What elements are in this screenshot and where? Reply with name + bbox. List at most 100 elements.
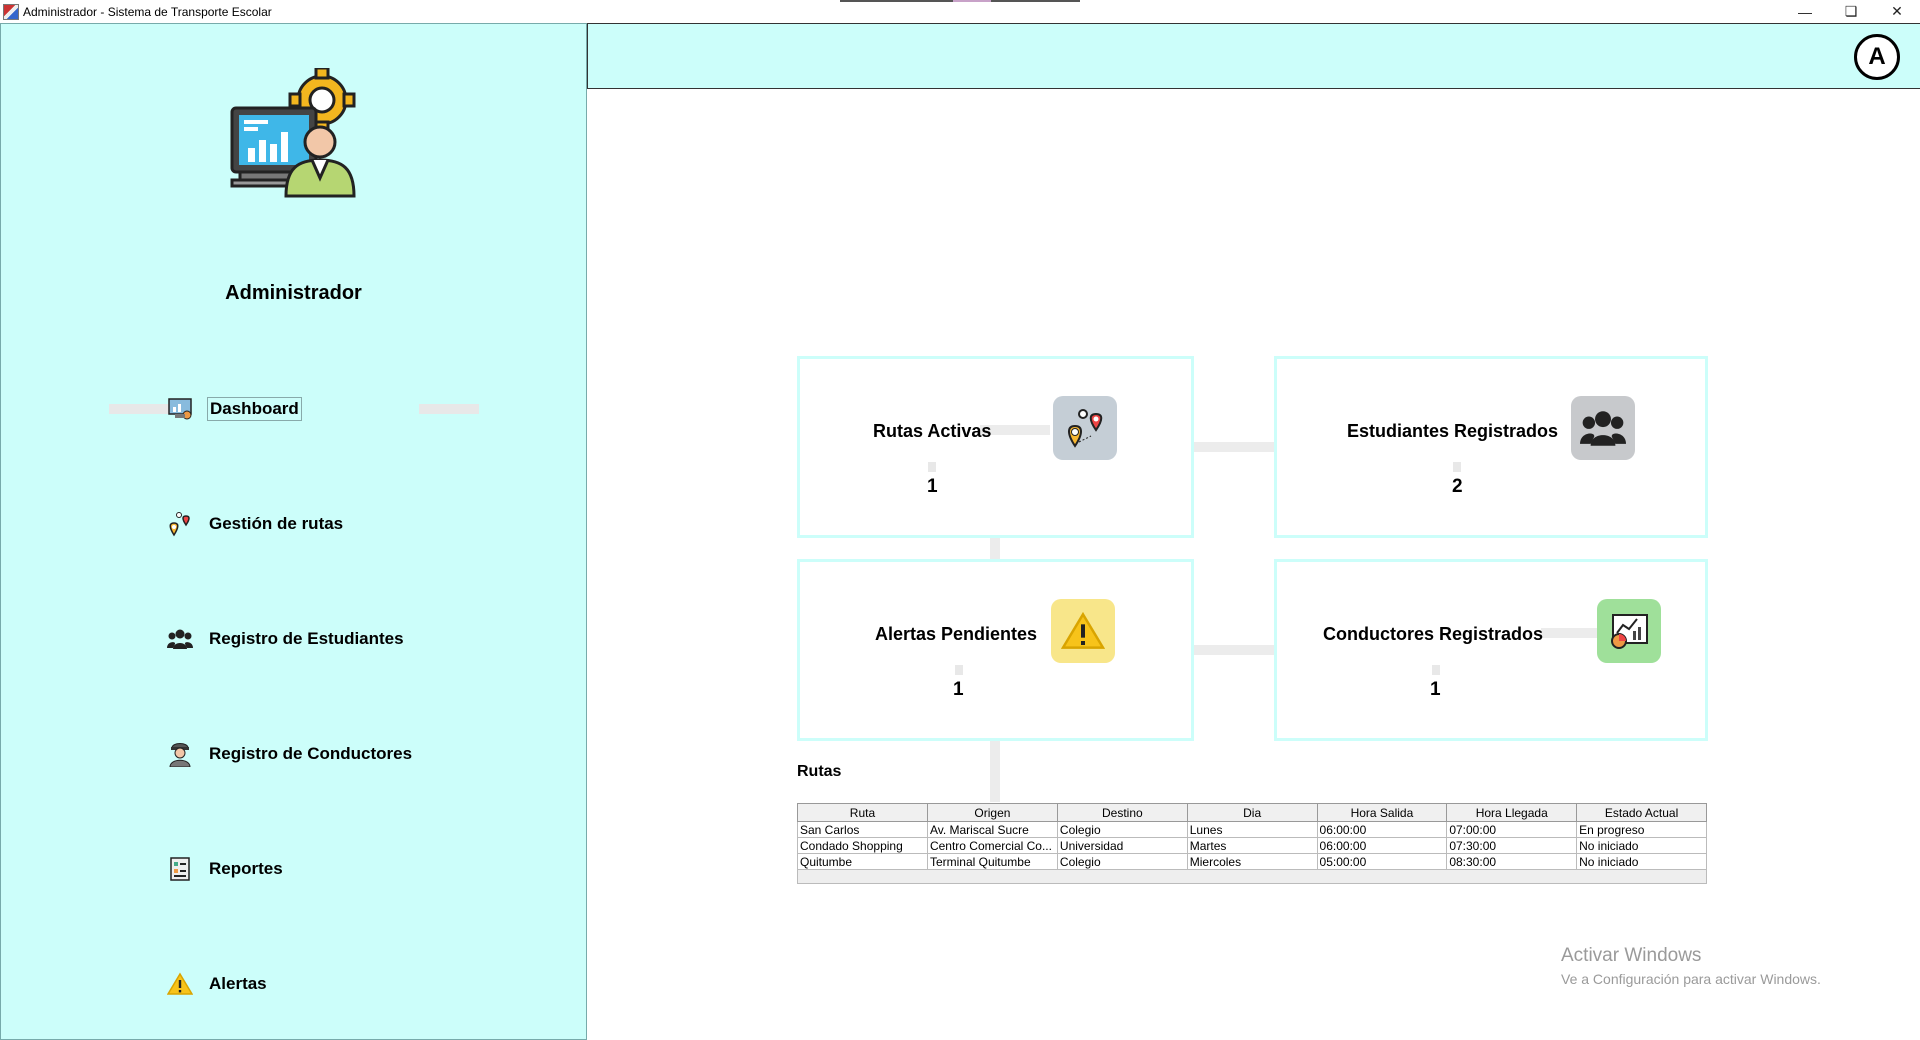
table-cell: Condado Shopping xyxy=(797,837,928,854)
table-cell xyxy=(797,869,1707,884)
sidebar-item-label: Registro de Estudiantes xyxy=(209,629,404,648)
window-title: Administrador - Sistema de Transporte Es… xyxy=(23,4,272,19)
group-icon xyxy=(167,626,193,652)
activation-watermark: Activar Windows Ve a Configuración para … xyxy=(1561,945,1821,987)
driver-icon xyxy=(167,741,193,767)
table-cell: Miercoles xyxy=(1186,853,1318,870)
table-cell: 07:30:00 xyxy=(1446,837,1578,854)
restore-button[interactable]: ❏ xyxy=(1828,0,1874,23)
minimize-button[interactable]: — xyxy=(1782,0,1828,23)
table-cell: Colegio xyxy=(1056,821,1188,838)
column-header[interactable]: Ruta xyxy=(797,803,928,822)
table-cell: No iniciado xyxy=(1576,837,1707,854)
card-connector xyxy=(1193,645,1275,655)
table-cell: No iniciado xyxy=(1576,853,1707,870)
user-role-title: Administrador xyxy=(225,282,362,304)
column-header[interactable]: Estado Actual xyxy=(1576,803,1707,822)
table-cell: Colegio xyxy=(1056,853,1188,870)
table-cell: San Carlos xyxy=(797,821,928,838)
column-header[interactable]: Origen xyxy=(926,803,1058,822)
route-pins-icon xyxy=(1053,396,1117,460)
close-icon: ✕ xyxy=(1891,3,1903,19)
app-icon xyxy=(3,3,19,20)
table-cell: En progreso xyxy=(1576,821,1707,838)
route-pins-icon xyxy=(167,511,193,537)
table-cell: 06:00:00 xyxy=(1316,821,1448,838)
card-title: Alertas Pendientes xyxy=(875,624,1038,644)
table-cell: Martes xyxy=(1186,837,1318,854)
top-header: A xyxy=(587,23,1920,89)
sidebar-item-label: Gestión de rutas xyxy=(209,514,344,533)
warning-icon xyxy=(1051,599,1115,663)
rutas-table: Ruta Origen Destino Dia Hora Salida Hora… xyxy=(797,803,1707,884)
sidebar-item-alertas[interactable]: Alertas xyxy=(167,969,269,999)
table-header-row: Ruta Origen Destino Dia Hora Salida Hora… xyxy=(797,803,1707,822)
divider xyxy=(928,462,936,472)
card-estudiantes-registrados: Estudiantes Registrados 2 xyxy=(1274,356,1708,538)
column-header[interactable]: Hora Llegada xyxy=(1446,803,1578,822)
table-cell: Quitumbe xyxy=(797,853,928,870)
sidebar-item-label: Alertas xyxy=(209,974,267,993)
table-cell: Av. Mariscal Sucre xyxy=(926,821,1058,838)
divider xyxy=(1432,665,1440,675)
divider xyxy=(955,665,963,675)
sidebar-item-gestion-rutas[interactable]: Gestión de rutas xyxy=(167,509,345,539)
card-value: 2 xyxy=(1452,476,1463,497)
table-cell: Lunes xyxy=(1186,821,1318,838)
column-header[interactable]: Hora Salida xyxy=(1316,803,1448,822)
card-title: Rutas Activas xyxy=(873,421,992,441)
table-row[interactable]: San Carlos Av. Mariscal Sucre Colegio Lu… xyxy=(797,821,1707,838)
close-button[interactable]: ✕ xyxy=(1874,0,1920,23)
minimize-icon: — xyxy=(1798,3,1812,20)
card-value: 1 xyxy=(953,679,964,700)
card-value: 1 xyxy=(927,476,938,497)
admin-dashboard-logo-icon xyxy=(230,68,356,198)
table-row[interactable]: Condado Shopping Centro Comercial Co... … xyxy=(797,837,1707,854)
table-empty-area xyxy=(797,869,1707,884)
card-connector xyxy=(990,537,1000,559)
divider xyxy=(109,404,169,414)
sidebar-item-label: Registro de Conductores xyxy=(209,744,413,763)
divider xyxy=(1541,628,1597,638)
sidebar-item-label: Dashboard xyxy=(207,397,302,421)
table-row[interactable]: Quitumbe Terminal Quitumbe Colegio Mierc… xyxy=(797,853,1707,870)
table-cell: Universidad xyxy=(1056,837,1188,854)
sidebar-item-conductores[interactable]: Registro de Conductores xyxy=(167,739,414,769)
table-cell: 07:00:00 xyxy=(1446,821,1578,838)
sidebar-item-estudiantes[interactable]: Registro de Estudiantes xyxy=(167,624,406,654)
card-connector xyxy=(990,740,1000,802)
section-title-rutas: Rutas xyxy=(797,763,842,780)
column-header[interactable]: Dia xyxy=(1186,803,1318,822)
report-icon xyxy=(167,856,193,882)
dashboard-icon xyxy=(167,396,193,422)
warning-icon xyxy=(167,971,193,997)
table-cell: Terminal Quitumbe xyxy=(926,853,1058,870)
sidebar-item-reportes[interactable]: Reportes xyxy=(167,854,285,884)
table-cell: Centro Comercial Co... xyxy=(926,837,1058,854)
column-header[interactable]: Destino xyxy=(1056,803,1188,822)
sidebar-item-dashboard[interactable]: Dashboard xyxy=(167,394,302,424)
chart-report-icon xyxy=(1597,599,1661,663)
divider xyxy=(1453,462,1461,472)
user-avatar-button[interactable]: A xyxy=(1854,34,1900,80)
table-cell: 08:30:00 xyxy=(1446,853,1578,870)
watermark-line2: Ve a Configuración para activar Windows. xyxy=(1561,971,1821,987)
card-rutas-activas: Rutas Activas 1 xyxy=(797,356,1194,538)
card-title: Conductores Registrados xyxy=(1323,624,1544,644)
title-accent-line xyxy=(840,0,1080,2)
table-cell: 05:00:00 xyxy=(1316,853,1448,870)
title-bar: Administrador - Sistema de Transporte Es… xyxy=(0,0,1920,23)
card-title: Estudiantes Registrados xyxy=(1347,421,1559,441)
sidebar: Administrador Dashboard Gestión de rutas… xyxy=(0,23,587,1040)
avatar-label: A xyxy=(1868,43,1886,70)
sidebar-item-label: Reportes xyxy=(209,859,283,878)
group-icon xyxy=(1571,396,1635,460)
card-conductores-registrados: Conductores Registrados 1 xyxy=(1274,559,1708,741)
card-value: 1 xyxy=(1430,679,1441,700)
card-connector xyxy=(1193,442,1275,452)
divider xyxy=(419,404,479,414)
table-cell: 06:00:00 xyxy=(1316,837,1448,854)
restore-icon: ❏ xyxy=(1844,3,1858,19)
watermark-line1: Activar Windows xyxy=(1561,945,1702,966)
card-alertas-pendientes: Alertas Pendientes 1 xyxy=(797,559,1194,741)
